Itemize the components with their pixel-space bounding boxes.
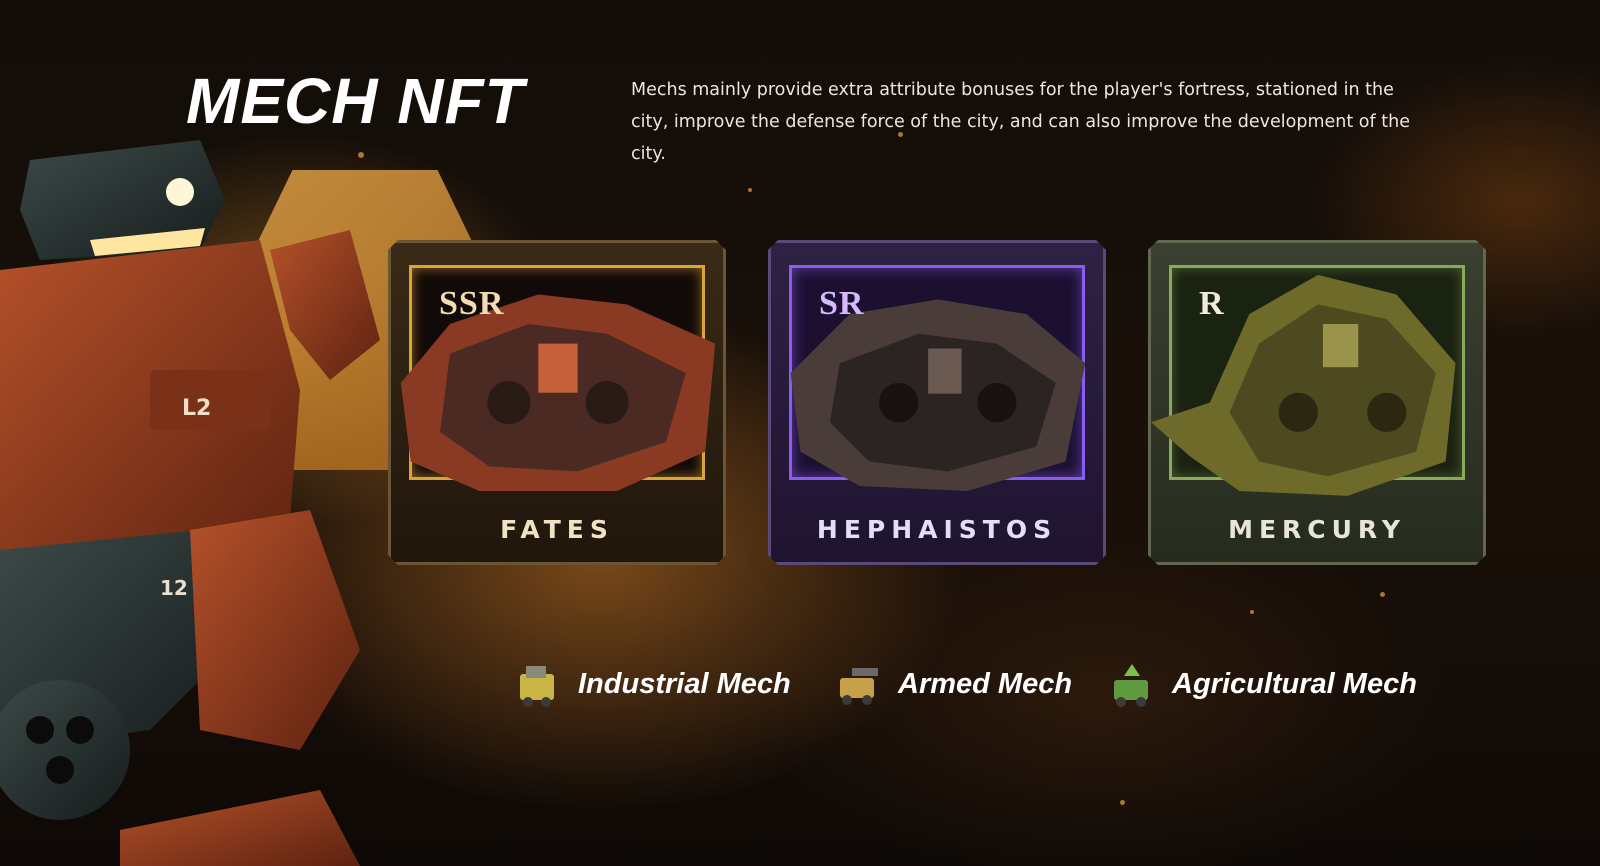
ember-particle xyxy=(1380,592,1385,597)
mech-card-mercury[interactable]: R MERCURY xyxy=(1148,240,1486,565)
mech-card-hephaistos[interactable]: SR HEPHAISTOS xyxy=(768,240,1106,565)
ember-particle xyxy=(1120,800,1125,805)
category-label: Industrial Mech xyxy=(578,667,791,700)
ember-particle xyxy=(748,188,752,192)
rarity-badge: R xyxy=(1199,285,1225,322)
mech-right-arm xyxy=(190,510,360,750)
category-agricultural-mech[interactable]: Agricultural Mech xyxy=(1106,656,1417,712)
rarity-badge: SSR xyxy=(439,285,505,322)
rarity-badge: SR xyxy=(819,285,865,322)
category-label: Armed Mech xyxy=(898,667,1073,700)
page-title: MECH NFT xyxy=(186,65,525,137)
mech-marking-l2: L2 xyxy=(182,396,211,421)
card-name: HEPHAISTOS xyxy=(816,515,1058,544)
category-industrial-mech[interactable]: Industrial Mech xyxy=(512,656,791,712)
mech-eye-lamp xyxy=(166,178,194,206)
page-description: Mechs mainly provide extra attribute bon… xyxy=(631,80,1410,164)
industrial-mech-icon xyxy=(520,666,554,707)
mech-leg xyxy=(120,790,360,866)
agricultural-mech-icon xyxy=(1114,664,1148,707)
card-name: MERCURY xyxy=(1228,515,1406,544)
card-name: FATES xyxy=(500,515,614,544)
armed-mech-icon xyxy=(840,668,878,705)
mech-marking-12: 12 xyxy=(160,576,188,600)
ember-particle xyxy=(1250,610,1254,614)
hero-mech-illustration: L2 12 xyxy=(0,140,380,866)
category-label: Agricultural Mech xyxy=(1172,667,1417,700)
category-armed-mech[interactable]: Armed Mech xyxy=(832,656,1072,712)
mech-card-fates[interactable]: SSR FATES xyxy=(388,240,726,565)
